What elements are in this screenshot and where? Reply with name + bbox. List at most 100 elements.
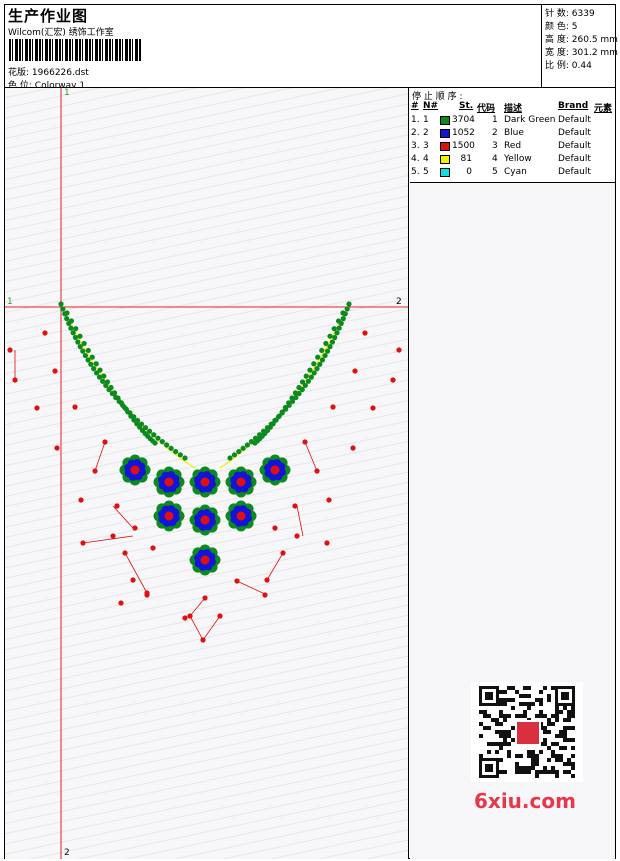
col-element: 元素 [594, 104, 613, 114]
qr-module [503, 702, 507, 706]
row-stitches: 81 [460, 154, 472, 164]
red-bead [350, 445, 356, 451]
green-bead [286, 400, 292, 406]
axis-label-left: 1 [7, 297, 13, 307]
green-bead [303, 373, 309, 379]
legend-row[interactable]: 1. 1 3704 1 Dark Green Default [410, 115, 615, 128]
legend-row[interactable]: 3. 3 1500 3 Red Default [410, 141, 615, 154]
design-canvas[interactable]: 1 2 1 2 [5, 88, 409, 859]
qr-module [559, 730, 563, 734]
qr-module [535, 714, 539, 718]
qr-module [499, 734, 503, 738]
qr-module [555, 770, 559, 774]
green-bead [311, 361, 317, 367]
qr-module [551, 754, 555, 758]
color-swatch [440, 155, 450, 164]
qr-module [531, 762, 535, 766]
red-bead [330, 404, 336, 410]
green-bead [311, 370, 317, 376]
qr-module [555, 758, 559, 762]
row-code: 2 [492, 128, 498, 138]
green-bead [58, 301, 64, 307]
red-bead [92, 468, 98, 474]
qr-module [499, 702, 503, 706]
red-connector [112, 505, 134, 529]
color-swatch [440, 129, 450, 138]
flower-center [236, 477, 246, 487]
qr-module [559, 734, 563, 738]
design-value: 1966226.dst [31, 68, 89, 78]
qr-module [503, 742, 507, 746]
qr-module [499, 770, 503, 774]
qr-module [551, 766, 555, 770]
legend-row[interactable]: 2. 2 1052 2 Blue Default [410, 128, 615, 141]
qr-module [571, 746, 575, 750]
qr-module [571, 762, 575, 766]
green-bead [155, 435, 161, 441]
qr-module [479, 710, 483, 714]
qr-module [567, 762, 571, 766]
qr-module [547, 718, 551, 722]
qr-module [571, 774, 575, 778]
yellow-guide-left [60, 303, 196, 469]
qr-module [519, 702, 523, 706]
qr-module [555, 714, 559, 718]
qr-module [511, 726, 515, 730]
red-bead [326, 497, 332, 503]
green-bead [101, 373, 107, 379]
red-connector [202, 615, 221, 641]
row-brand: Default [558, 128, 591, 138]
row-description: Blue [504, 128, 524, 138]
barcode [9, 39, 141, 61]
green-bead [75, 339, 81, 345]
page-title: 生产作业图 [8, 7, 89, 25]
row-description: Cyan [504, 167, 527, 177]
row-description: Dark Green [504, 115, 556, 125]
flower-center [130, 465, 140, 475]
green-bead [335, 318, 342, 324]
row-code: 1 [492, 115, 498, 125]
stat-width: 宽 度: 301.2 mm [545, 48, 618, 58]
green-bead [122, 404, 128, 411]
green-bead [108, 384, 114, 391]
qr-module [523, 766, 527, 770]
red-bead [34, 405, 40, 411]
qr-module [503, 698, 507, 702]
qr-module [527, 770, 531, 774]
row-needle: 1 [423, 115, 429, 125]
legend-row[interactable]: 5. 5 0 5 Cyan Default [410, 167, 615, 180]
qr-module [495, 750, 499, 754]
qr-module [563, 734, 567, 738]
red-bead [264, 577, 270, 583]
flower-center [164, 511, 174, 521]
design-file: 花版: 1966226.dst [8, 65, 89, 78]
qr-module [551, 714, 555, 718]
qr-module [551, 722, 555, 726]
green-bead [82, 352, 88, 359]
red-bead [150, 545, 156, 551]
legend-row[interactable]: 4. 4 81 4 Yellow Default [410, 154, 615, 167]
qr-finder-center [485, 764, 493, 772]
qr-module [543, 714, 547, 718]
green-bead [93, 361, 99, 367]
qr-module [487, 750, 491, 754]
green-bead [182, 455, 188, 461]
qr-logo [517, 722, 539, 744]
qr-module [543, 770, 547, 774]
green-bead [227, 455, 233, 461]
red-bead [130, 577, 136, 583]
green-bead [64, 316, 70, 322]
red-connector [236, 580, 268, 596]
red-bead [302, 439, 308, 445]
flower-center [164, 477, 174, 487]
green-bead [319, 347, 325, 354]
red-bead [200, 637, 206, 643]
green-bead [289, 395, 295, 401]
axis-label-top: 1 [64, 88, 70, 98]
qr-module [555, 742, 559, 746]
row-brand: Default [558, 154, 591, 164]
qr-module [547, 746, 551, 750]
flower-center [200, 555, 210, 565]
qr-module [531, 766, 535, 770]
qr-module [543, 766, 547, 770]
